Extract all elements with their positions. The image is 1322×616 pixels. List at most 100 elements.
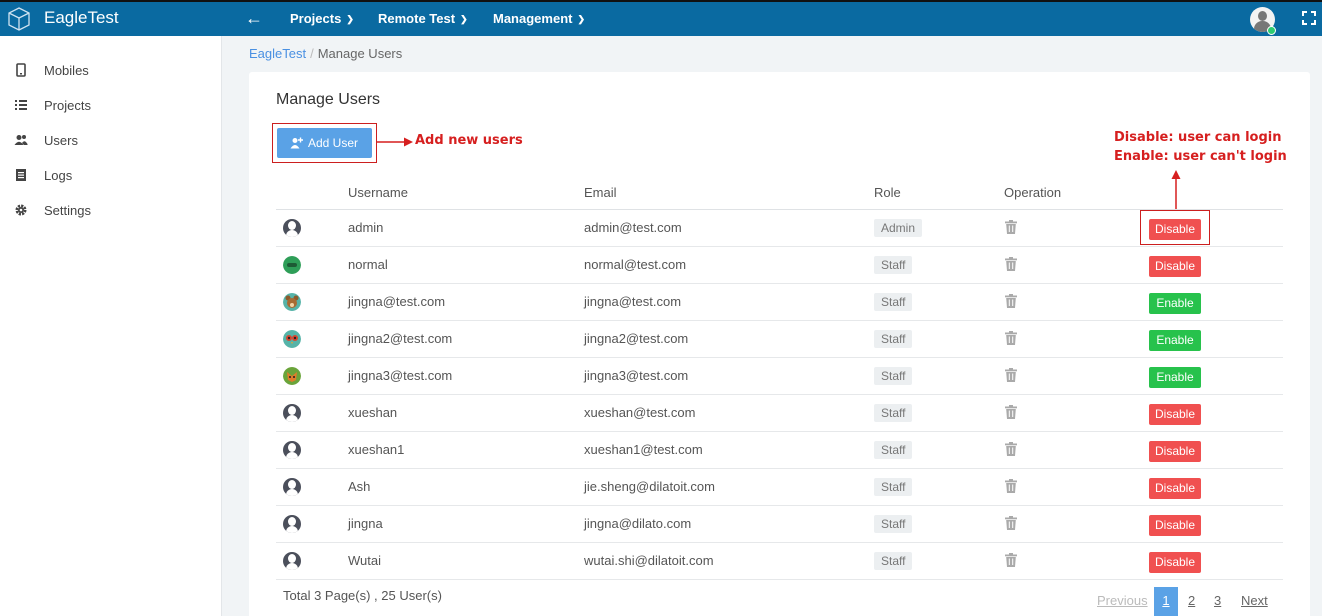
- pagination-summary: Total 3 Page(s) , 25 User(s): [283, 588, 442, 603]
- gear-icon: [15, 204, 27, 216]
- email-cell: jingna@test.com: [584, 294, 682, 309]
- email-cell: xueshan@test.com: [584, 405, 696, 420]
- username-cell: xueshan: [348, 405, 398, 420]
- users-icon: [14, 135, 28, 145]
- chevron-down-icon: ❯: [346, 14, 354, 24]
- back-arrow-icon[interactable]: ←: [245, 8, 263, 29]
- pagination-page-3[interactable]: 3: [1214, 593, 1221, 608]
- sidebar-item-label: Projects: [44, 98, 91, 113]
- nav-remote-test[interactable]: Remote Test ❯: [378, 11, 468, 26]
- role-badge: Staff: [874, 515, 913, 533]
- annotation-toggle-text: Disable: user can login Enable: user can…: [1114, 128, 1287, 166]
- sidebar-item-users[interactable]: Users: [0, 126, 222, 156]
- trash-icon[interactable]: [1005, 368, 1017, 382]
- sidebar-item-label: Settings: [44, 203, 91, 218]
- breadcrumb-separator: /: [310, 46, 314, 61]
- breadcrumb: EagleTest / Manage Users: [249, 46, 402, 61]
- nav-projects[interactable]: Projects ❯: [290, 11, 354, 26]
- sidebar-item-label: Mobiles: [44, 63, 89, 78]
- annotation-frame-toggle: [1140, 210, 1210, 245]
- table-row: jingna3@test.com jingna3@test.com Staff Ena…: [276, 358, 1283, 395]
- username-cell: jingna2@test.com: [348, 331, 453, 346]
- table-row: Wutai wutai.shi@dilatoit.com Staff Disable: [276, 543, 1283, 580]
- sidebar-item-label: Logs: [44, 168, 73, 183]
- breadcrumb-current: Manage Users: [317, 46, 403, 61]
- disable-button[interactable]: Disable: [1149, 256, 1201, 277]
- table-row: admin admin@test.com Admin Disable: [276, 210, 1283, 247]
- default-avatar: [283, 552, 301, 570]
- default-avatar: [283, 404, 301, 422]
- cube-logo-icon: [8, 7, 30, 31]
- sidebar-item-settings[interactable]: Settings: [0, 196, 222, 226]
- table-row: jingna2@test.com jingna2@test.com Staff Ena…: [276, 321, 1283, 358]
- disable-button[interactable]: Disable: [1149, 478, 1201, 499]
- email-cell: wutai.shi@dilatoit.com: [584, 553, 714, 568]
- role-badge: Staff: [874, 552, 913, 570]
- bear-avatar: [283, 293, 301, 311]
- role-badge: Staff: [874, 293, 913, 311]
- trash-icon[interactable]: [1005, 294, 1017, 308]
- brand-name[interactable]: EagleTest: [44, 8, 119, 28]
- table-row: jingna@test.com jingna@test.com Staff Enabl…: [276, 284, 1283, 321]
- table-row: normal normal@test.com Staff Disable: [276, 247, 1283, 284]
- column-header-email[interactable]: Email: [584, 185, 617, 200]
- annotation-line-1: Disable: user can login: [1114, 130, 1282, 145]
- column-header-role[interactable]: Role: [874, 185, 901, 200]
- enable-button[interactable]: Enable: [1149, 330, 1201, 351]
- trash-icon[interactable]: [1005, 405, 1017, 419]
- column-header-operation: Operation: [1004, 185, 1062, 200]
- table-row: jingna jingna@dilato.com Staff Disable: [276, 506, 1283, 543]
- sidebar: Mobiles Projects Users Logs Settings: [0, 36, 222, 616]
- trash-icon[interactable]: [1005, 479, 1017, 493]
- trash-icon[interactable]: [1005, 257, 1017, 271]
- default-avatar: [283, 515, 301, 533]
- email-cell: normal@test.com: [584, 257, 687, 272]
- pagination-page-1[interactable]: 1: [1154, 587, 1178, 616]
- username-cell: admin: [348, 220, 384, 235]
- role-badge: Admin: [874, 219, 923, 237]
- email-cell: admin@test.com: [584, 220, 682, 235]
- pagination-previous[interactable]: Previous: [1097, 593, 1148, 608]
- pagination-next[interactable]: Next: [1241, 593, 1268, 608]
- username-cell: jingna3@test.com: [348, 368, 453, 383]
- trash-icon[interactable]: [1005, 331, 1017, 345]
- table-row: Ash jie.sheng@dilatoit.com Staff Disable: [276, 469, 1283, 506]
- mobile-icon: [16, 63, 26, 77]
- chevron-down-icon: ❯: [460, 14, 468, 24]
- default-avatar: [283, 219, 301, 237]
- role-badge: Staff: [874, 478, 913, 496]
- email-cell: jingna@dilato.com: [584, 516, 692, 531]
- trash-icon[interactable]: [1005, 220, 1017, 234]
- role-badge: Staff: [874, 404, 913, 422]
- email-cell: jingna3@test.com: [584, 368, 689, 383]
- log-icon: [16, 169, 26, 181]
- trash-icon[interactable]: [1005, 553, 1017, 567]
- role-badge: Staff: [874, 256, 913, 274]
- email-cell: jie.sheng@dilatoit.com: [584, 479, 715, 494]
- sidebar-item-projects[interactable]: Projects: [0, 91, 222, 121]
- fullscreen-icon[interactable]: [1302, 11, 1316, 25]
- sidebar-item-mobiles[interactable]: Mobiles: [0, 56, 222, 86]
- page-title: Manage Users: [276, 91, 381, 108]
- annotation-add-text: Add new users: [415, 133, 523, 148]
- enable-button[interactable]: Enable: [1149, 293, 1201, 314]
- table-row: xueshan1 xueshan1@test.com Staff Disable: [276, 432, 1283, 469]
- fox-avatar: [283, 367, 301, 385]
- disable-button[interactable]: Disable: [1149, 552, 1201, 573]
- trash-icon[interactable]: [1005, 516, 1017, 530]
- owl-avatar: [283, 330, 301, 348]
- column-header-username[interactable]: Username: [348, 185, 408, 200]
- table-row: xueshan xueshan@test.com Staff Disable: [276, 395, 1283, 432]
- username-cell: jingna@test.com: [348, 294, 446, 309]
- sidebar-item-logs[interactable]: Logs: [0, 161, 222, 191]
- pagination-page-2[interactable]: 2: [1188, 593, 1195, 608]
- disable-button[interactable]: Disable: [1149, 404, 1201, 425]
- sidebar-item-label: Users: [44, 133, 78, 148]
- username-cell: Ash: [348, 479, 371, 494]
- disable-button[interactable]: Disable: [1149, 441, 1201, 462]
- trash-icon[interactable]: [1005, 442, 1017, 456]
- enable-button[interactable]: Enable: [1149, 367, 1201, 388]
- nav-management[interactable]: Management ❯: [493, 11, 585, 26]
- breadcrumb-root-link[interactable]: EagleTest: [249, 46, 306, 61]
- disable-button[interactable]: Disable: [1149, 515, 1201, 536]
